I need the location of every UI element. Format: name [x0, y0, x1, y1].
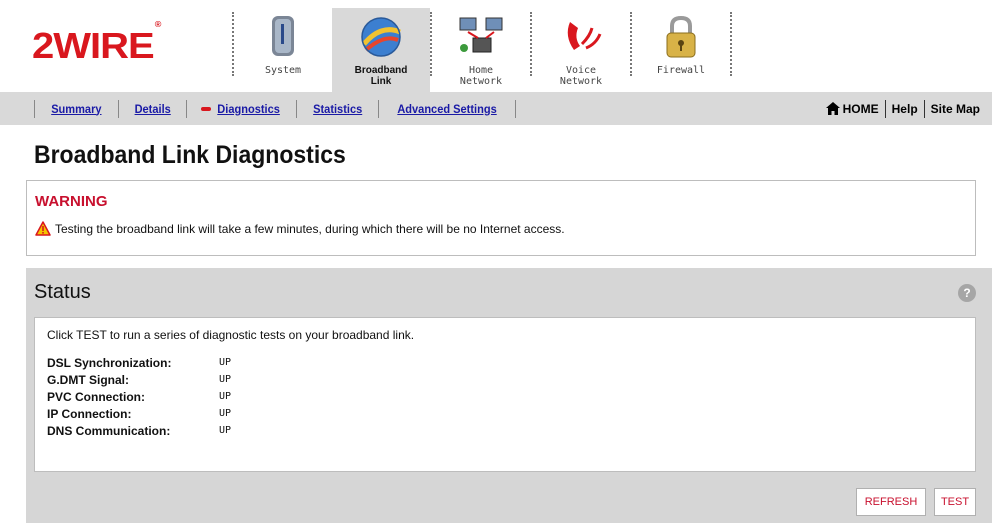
table-row: G.DMT Signal: UP — [47, 371, 231, 388]
tab-home-network[interactable]: Home Network — [432, 8, 530, 92]
current-page-indicator — [201, 106, 212, 111]
help-link[interactable]: Help — [886, 102, 924, 116]
nav-divider — [378, 99, 380, 118]
nav-statistics-link[interactable]: Statistics — [300, 102, 375, 116]
status-label: G.DMT Signal: — [47, 372, 129, 387]
nav-details-link[interactable]: Details — [121, 102, 183, 116]
status-value: UP — [219, 425, 232, 436]
help-icon[interactable]: ? — [958, 284, 976, 302]
main-nav: System Broadband Link Home Network Voice… — [232, 8, 732, 92]
nav-advanced-settings-link[interactable]: Advanced Settings — [385, 102, 510, 116]
tab-broadband-link[interactable]: Broadband Link — [332, 8, 430, 92]
status-intro: Click TEST to run a series of diagnostic… — [47, 328, 415, 342]
system-icon — [272, 16, 294, 56]
sub-navigation: Summary Details Diagnostics Statistics A… — [0, 92, 992, 125]
brand-logo[interactable]: 2WIRE® — [32, 20, 161, 66]
tab-label: System — [264, 65, 302, 76]
firewall-icon — [666, 15, 696, 58]
home-icon[interactable] — [825, 102, 840, 115]
tab-label: Voice Network — [559, 65, 603, 87]
status-table: DSL Synchronization: UP G.DMT Signal: UP P… — [47, 354, 231, 439]
tab-firewall[interactable]: Firewall — [632, 8, 730, 92]
nav-divider — [515, 99, 517, 118]
warning-title: WARNING — [35, 193, 108, 210]
status-label: DNS Communication: — [47, 423, 171, 438]
tab-system[interactable]: System — [234, 8, 332, 92]
nav-diagnostics-link[interactable]: Diagnostics — [217, 102, 292, 116]
status-label: DSL Synchronization: — [47, 355, 172, 370]
status-value: UP — [219, 374, 232, 385]
status-value: UP — [219, 357, 232, 368]
table-row: PVC Connection: UP — [47, 388, 231, 405]
status-label: IP Connection: — [47, 406, 132, 421]
refresh-button[interactable]: REFRESH — [856, 488, 926, 516]
home-link[interactable]: HOME — [840, 102, 885, 116]
status-panel: Status ? Click TEST to run a series of d… — [26, 268, 992, 523]
table-row: DSL Synchronization: UP — [47, 354, 231, 371]
warning-message: Testing the broadband link will take a f… — [55, 221, 565, 236]
nav-divider — [296, 99, 298, 118]
test-button[interactable]: TEST — [934, 488, 976, 516]
home-network-icon — [459, 17, 503, 53]
voice-network-icon — [567, 22, 602, 50]
utility-nav: HOME Help Site Map — [825, 92, 980, 125]
nav-diagnostics-item[interactable]: Diagnostics — [187, 102, 296, 116]
warning-message-row: Testing the broadband link will take a f… — [35, 221, 565, 236]
nav-summary-link[interactable]: Summary — [38, 102, 114, 116]
header: 2WIRE® System Broadband Link Home Networ… — [0, 0, 992, 92]
table-row: DNS Communication: UP — [47, 422, 231, 439]
warning-icon — [35, 221, 51, 236]
registered-mark: ® — [154, 19, 162, 29]
tab-voice-network[interactable]: Voice Network — [532, 8, 630, 92]
tab-label: Firewall — [656, 65, 706, 76]
nav-divider — [34, 99, 35, 118]
status-title: Status — [34, 281, 91, 303]
page-title: Broadband Link Diagnostics — [34, 141, 346, 169]
tab-label: Broadband Link — [354, 65, 408, 87]
nav-divider — [117, 99, 119, 118]
sub-nav-links: Summary Details Diagnostics Statistics A… — [34, 92, 517, 125]
broadband-link-icon — [361, 17, 401, 57]
status-value: UP — [219, 391, 232, 402]
status-value: UP — [219, 408, 232, 419]
tab-label: Home Network — [459, 65, 503, 87]
status-label: PVC Connection: — [47, 389, 145, 404]
site-map-link[interactable]: Site Map — [925, 102, 980, 116]
tab-separator — [730, 12, 732, 76]
status-content: Click TEST to run a series of diagnostic… — [34, 317, 976, 472]
table-row: IP Connection: UP — [47, 405, 231, 422]
warning-box: WARNING Testing the broadband link will … — [26, 180, 976, 256]
logo-text: 2WIRE — [32, 26, 155, 66]
